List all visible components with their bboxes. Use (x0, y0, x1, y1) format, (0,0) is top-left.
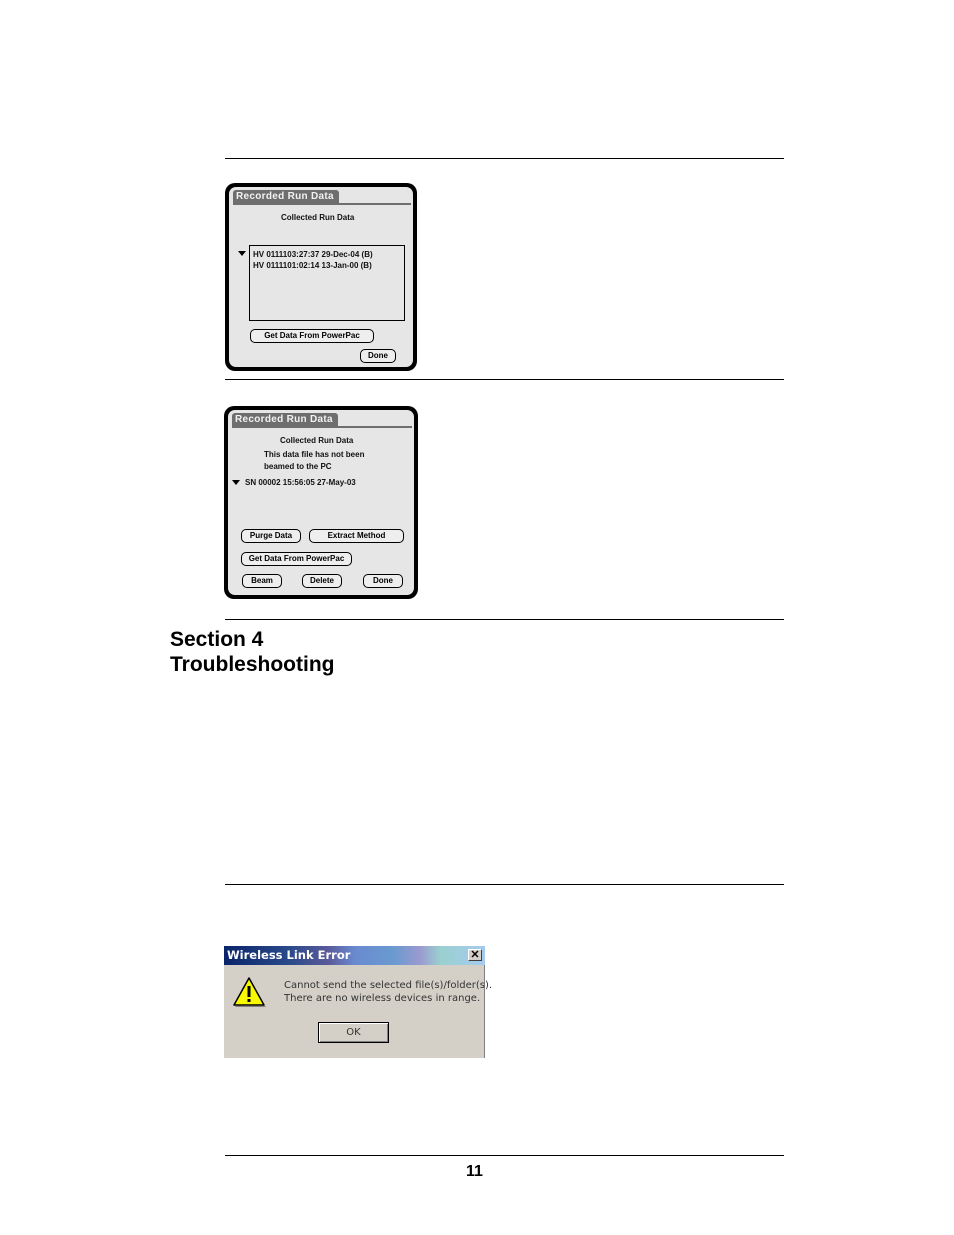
delete-button[interactable]: Delete (302, 574, 342, 588)
ok-button[interactable]: OK (318, 1022, 389, 1043)
list-item[interactable]: HV 0111103:27:37 29-Dec-04 (B) (253, 250, 373, 259)
section-title: Troubleshooting (170, 653, 335, 676)
title-underline (233, 203, 411, 205)
purge-data-button[interactable]: Purge Data (241, 529, 301, 543)
dropdown-arrow-icon[interactable] (238, 251, 246, 256)
beam-button[interactable]: Beam (242, 574, 282, 588)
title-underline (232, 426, 412, 428)
done-button[interactable]: Done (360, 349, 396, 363)
divider (225, 379, 784, 380)
run-data-list[interactable]: HV 0111103:27:37 29-Dec-04 (B) HV 011110… (249, 245, 405, 321)
divider (225, 1155, 784, 1156)
page-number: 11 (466, 1163, 483, 1180)
extract-method-button[interactable]: Extract Method (309, 529, 404, 543)
wireless-link-error-dialog: Wireless Link Error ✕ Cannot send the se… (224, 946, 492, 1058)
recorded-run-data-dialog: Recorded Run Data Collected Run Data HV … (225, 183, 417, 371)
dialog-title: Wireless Link Error (227, 948, 351, 962)
not-beamed-notice: beamed to the PC (264, 462, 332, 471)
section-number: Section 4 (170, 628, 264, 651)
get-data-from-powerpac-button[interactable]: Get Data From PowerPac (250, 329, 374, 343)
warning-icon (233, 977, 266, 1007)
get-data-from-powerpac-button[interactable]: Get Data From PowerPac (241, 552, 352, 566)
selected-data-file[interactable]: SN 00002 15:56:05 27-May-03 (245, 478, 356, 487)
error-message: Cannot send the selected file(s)/folder(… (284, 980, 493, 991)
divider (225, 884, 784, 885)
dropdown-arrow-icon[interactable] (232, 480, 240, 485)
error-message: There are no wireless devices in range. (284, 993, 481, 1004)
dialog-title: Recorded Run Data (233, 190, 339, 203)
list-item[interactable]: HV 0111101:02:14 13-Jan-00 (B) (253, 261, 372, 270)
dialog-title: Recorded Run Data (232, 413, 338, 426)
done-button[interactable]: Done (363, 574, 403, 588)
dialog-subtitle: Collected Run Data (281, 213, 355, 222)
recorded-run-data-dialog-unbeamed: Recorded Run Data Collected Run Data Thi… (224, 406, 418, 599)
divider (225, 619, 784, 620)
dialog-title-bar[interactable]: Wireless Link Error ✕ (224, 946, 485, 965)
dialog-subtitle: Collected Run Data (280, 436, 354, 445)
close-icon[interactable]: ✕ (468, 949, 482, 961)
not-beamed-notice: This data file has not been (264, 450, 365, 459)
divider (225, 158, 784, 159)
